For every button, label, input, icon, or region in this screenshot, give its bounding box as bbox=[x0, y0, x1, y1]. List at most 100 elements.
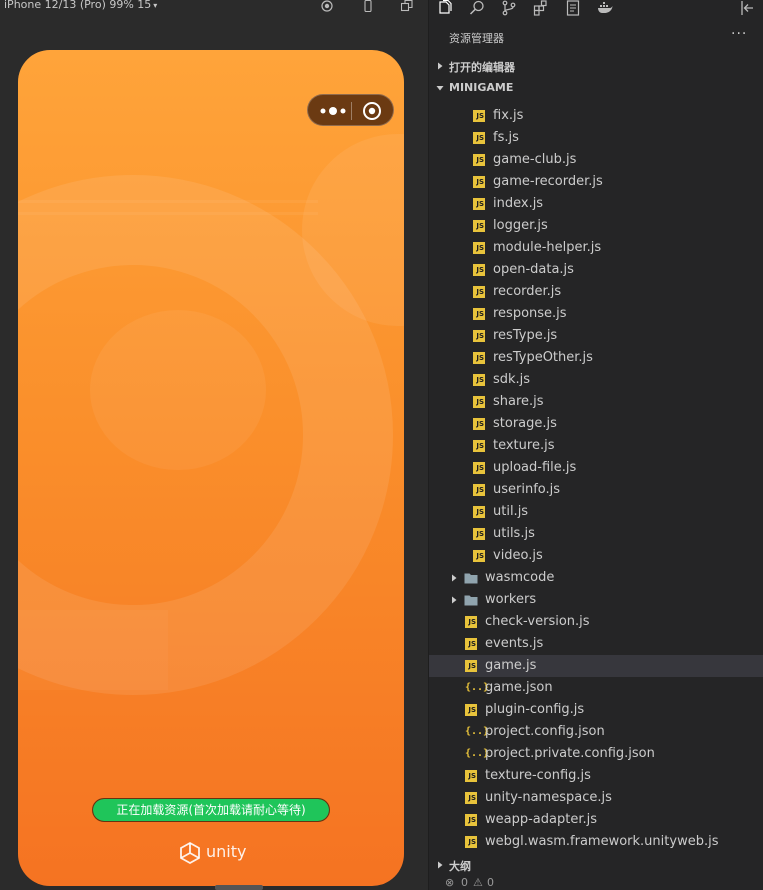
chevron-right-icon bbox=[438, 861, 443, 869]
folder-item[interactable]: wasmcode bbox=[429, 567, 763, 589]
file-item[interactable]: JS events.js bbox=[429, 633, 763, 655]
search-icon[interactable] bbox=[469, 0, 485, 16]
files-icon[interactable] bbox=[437, 0, 453, 16]
simulator-scrollbar[interactable] bbox=[215, 885, 263, 890]
js-file-icon: JS bbox=[473, 550, 485, 562]
status-bar: ⊗ 0 ⚠ 0 bbox=[429, 876, 763, 890]
file-item[interactable]: JS response.js bbox=[429, 303, 763, 325]
file-item[interactable]: JS utils.js bbox=[429, 523, 763, 545]
file-item[interactable]: {..} game.json bbox=[429, 677, 763, 699]
collapse-panel-icon[interactable] bbox=[739, 0, 755, 16]
section-label: MINIGAME bbox=[449, 81, 514, 94]
section-project[interactable]: MINIGAME bbox=[429, 77, 763, 99]
folder-icon bbox=[464, 573, 478, 584]
file-item[interactable]: JS index.js bbox=[429, 193, 763, 215]
file-item[interactable]: JS sdk.js bbox=[429, 369, 763, 391]
js-file-icon: JS bbox=[465, 616, 477, 628]
json-file-icon: {..} bbox=[465, 726, 490, 737]
file-item[interactable]: JS recorder.js bbox=[429, 281, 763, 303]
file-item[interactable]: JS share.js bbox=[429, 391, 763, 413]
document-icon[interactable] bbox=[565, 0, 581, 16]
file-item[interactable]: JS weapp-adapter.js bbox=[429, 809, 763, 831]
file-name: utils.js bbox=[493, 526, 535, 541]
chevron-right-icon bbox=[452, 574, 457, 582]
more-icon[interactable] bbox=[318, 103, 348, 117]
docker-icon[interactable] bbox=[597, 0, 613, 16]
section-label: 大纲 bbox=[449, 860, 471, 873]
file-item[interactable]: JS storage.js bbox=[429, 413, 763, 435]
loading-text: 正在加载资源(首次加载请耐心等待) bbox=[116, 803, 306, 817]
file-item[interactable]: JS util.js bbox=[429, 501, 763, 523]
chevron-right-icon bbox=[438, 62, 443, 70]
file-name: module-helper.js bbox=[493, 240, 602, 255]
file-item[interactable]: JS video.js bbox=[429, 545, 763, 567]
file-item[interactable]: JS game-recorder.js bbox=[429, 171, 763, 193]
js-file-icon: JS bbox=[465, 792, 477, 804]
js-file-icon: JS bbox=[473, 154, 485, 166]
explorer-header: 资源管理器 ··· bbox=[429, 26, 763, 48]
file-item[interactable]: {..} project.private.config.json bbox=[429, 743, 763, 765]
file-item[interactable]: JS resTypeOther.js bbox=[429, 347, 763, 369]
section-open-editors[interactable]: 打开的编辑器 bbox=[429, 55, 763, 77]
devtools-window: iPhone 12/13 (Pro) 99% 15 ▾ 正在加载资源(首次加载请… bbox=[0, 0, 763, 890]
simulator-panel: iPhone 12/13 (Pro) 99% 15 ▾ 正在加载资源(首次加载请… bbox=[0, 0, 428, 890]
explorer-panel: 资源管理器 ··· 打开的编辑器 MINIGAME JS fix.js JS fs.j… bbox=[429, 0, 763, 890]
more-actions-icon[interactable]: ··· bbox=[731, 26, 747, 42]
file-item[interactable]: JS fix.js bbox=[429, 105, 763, 127]
folder-item[interactable]: workers bbox=[429, 589, 763, 611]
file-item[interactable]: JS unity-namespace.js bbox=[429, 787, 763, 809]
chevron-down-icon bbox=[436, 86, 444, 91]
js-file-icon: JS bbox=[473, 286, 485, 298]
file-name: fs.js bbox=[493, 130, 519, 145]
detach-window-icon[interactable] bbox=[401, 0, 413, 12]
file-name: open-data.js bbox=[493, 262, 574, 277]
js-file-icon: JS bbox=[473, 308, 485, 320]
source-control-icon[interactable] bbox=[501, 0, 517, 16]
extensions-icon[interactable] bbox=[533, 0, 549, 16]
file-item[interactable]: JS game.js bbox=[429, 655, 763, 677]
background-decoration bbox=[18, 134, 404, 695]
file-item[interactable]: JS userinfo.js bbox=[429, 479, 763, 501]
file-item[interactable]: JS game-club.js bbox=[429, 149, 763, 171]
file-name: util.js bbox=[493, 504, 529, 519]
file-item[interactable]: JS plugin-config.js bbox=[429, 699, 763, 721]
file-name: upload-file.js bbox=[493, 460, 577, 475]
section-outline[interactable]: 大纲 bbox=[429, 854, 763, 876]
js-file-icon: JS bbox=[473, 506, 485, 518]
record-icon[interactable] bbox=[321, 0, 333, 12]
file-item[interactable]: JS module-helper.js bbox=[429, 237, 763, 259]
chevron-down-icon: ▾ bbox=[153, 1, 158, 10]
file-item[interactable]: JS open-data.js bbox=[429, 259, 763, 281]
file-item[interactable]: {..} project.config.json bbox=[429, 721, 763, 743]
file-item[interactable]: JS webgl.wasm.framework.unityweb.js bbox=[429, 831, 763, 850]
file-item[interactable]: JS fs.js bbox=[429, 127, 763, 149]
js-file-icon: JS bbox=[473, 264, 485, 276]
simulator-toolbar: iPhone 12/13 (Pro) 99% 15 ▾ bbox=[0, 0, 428, 12]
file-item[interactable]: JS resType.js bbox=[429, 325, 763, 347]
file-name: texture-config.js bbox=[485, 768, 591, 783]
file-item[interactable]: JS upload-file.js bbox=[429, 457, 763, 479]
file-name: sdk.js bbox=[493, 372, 531, 387]
js-file-icon: JS bbox=[465, 814, 477, 826]
file-name: game.json bbox=[485, 680, 553, 695]
phone-icon[interactable] bbox=[362, 0, 374, 12]
js-file-icon: JS bbox=[473, 440, 485, 452]
file-name: project.config.json bbox=[485, 724, 605, 739]
file-name: events.js bbox=[485, 636, 544, 651]
mini-program-capsule bbox=[307, 94, 394, 126]
explorer-title: 资源管理器 bbox=[449, 32, 504, 45]
unity-cube-icon bbox=[180, 841, 200, 865]
file-name: recorder.js bbox=[493, 284, 562, 299]
device-selector[interactable]: iPhone 12/13 (Pro) 99% 15 ▾ bbox=[4, 0, 157, 11]
file-item[interactable]: JS check-version.js bbox=[429, 611, 763, 633]
warning-icon[interactable]: ⚠ bbox=[473, 876, 483, 889]
file-item[interactable]: JS texture.js bbox=[429, 435, 763, 457]
error-count: 0 bbox=[461, 876, 468, 889]
file-item[interactable]: JS logger.js bbox=[429, 215, 763, 237]
js-file-icon: JS bbox=[473, 176, 485, 188]
exit-icon[interactable] bbox=[362, 101, 382, 121]
file-item[interactable]: JS texture-config.js bbox=[429, 765, 763, 787]
js-file-icon: JS bbox=[465, 704, 477, 716]
error-icon[interactable]: ⊗ bbox=[445, 876, 454, 889]
file-name: weapp-adapter.js bbox=[485, 812, 597, 827]
